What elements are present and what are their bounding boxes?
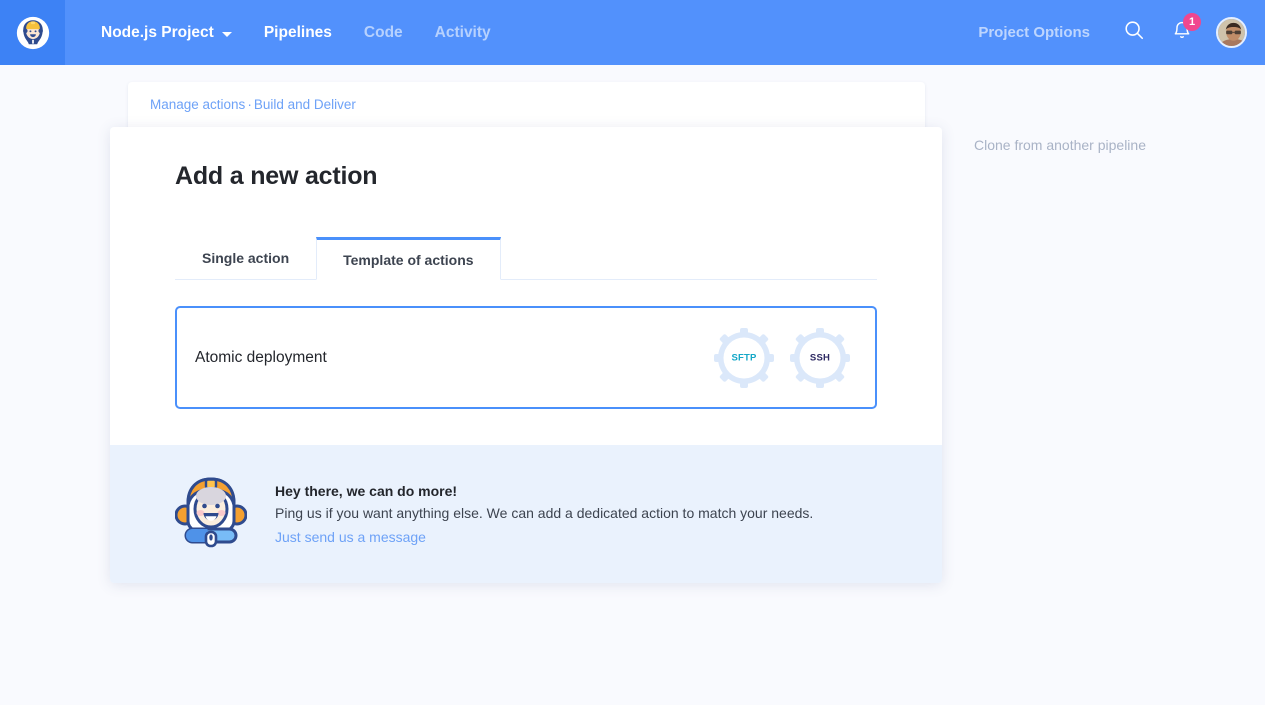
top-navigation-bar: Node.js Project Pipelines Code Activity … [0, 0, 1265, 65]
nav-item-activity[interactable]: Activity [419, 0, 507, 65]
secondary-nav: Project Options 1 [962, 0, 1265, 65]
nav-item-code[interactable]: Code [348, 0, 419, 65]
tab-bar: Single action Template of actions [175, 237, 877, 280]
avatar[interactable] [1216, 17, 1247, 48]
breadcrumb-build-and-deliver[interactable]: Build and Deliver [254, 97, 356, 112]
breadcrumb-separator: · [247, 97, 252, 112]
gear-ssh-icon: SSH [789, 327, 851, 389]
page-title: Add a new action [175, 162, 378, 190]
footer-description: Ping us if you want anything else. We ca… [275, 505, 814, 521]
nav-project-name[interactable]: Node.js Project [85, 0, 248, 65]
side-panel: Clone from another pipeline [952, 82, 1222, 153]
logo-button[interactable] [0, 0, 65, 65]
project-options-button[interactable]: Project Options [962, 24, 1106, 41]
breadcrumb: Manage actions · Build and Deliver [150, 97, 356, 112]
search-button[interactable] [1114, 13, 1154, 53]
notification-count-badge: 1 [1183, 12, 1201, 31]
modal-spacer [175, 409, 877, 445]
action-card-atomic-deployment[interactable]: Atomic deployment SFTP SSH [175, 306, 877, 409]
chevron-down-icon [221, 31, 232, 37]
gear-sftp-icon: SFTP [713, 327, 775, 389]
notifications-button[interactable]: 1 [1162, 12, 1202, 53]
nav-item-pipelines[interactable]: Pipelines [248, 0, 348, 65]
astronaut-logo-icon [16, 16, 50, 50]
astronaut-mascot-icon [174, 475, 248, 553]
primary-nav: Node.js Project Pipelines Code Activity [65, 0, 507, 65]
breadcrumb-manage-actions[interactable]: Manage actions [150, 97, 245, 112]
add-action-modal: Add a new action Single action Template … [110, 127, 942, 583]
tab-single-action[interactable]: Single action [175, 236, 316, 279]
gear-sftp-label: SFTP [731, 352, 757, 363]
modal-body: Add a new action Single action Template … [110, 127, 942, 445]
tab-template-of-actions[interactable]: Template of actions [316, 237, 501, 280]
action-card-icons: SFTP SSH [713, 327, 851, 389]
send-us-a-message-link[interactable]: Just send us a message [275, 529, 813, 545]
search-icon [1123, 19, 1145, 46]
footer-text-block: Hey there, we can do more! Ping us if yo… [275, 483, 813, 545]
footer-title: Hey there, we can do more! [275, 483, 458, 499]
modal-footer: Hey there, we can do more! Ping us if yo… [110, 445, 942, 583]
gear-ssh-label: SSH [809, 352, 831, 363]
action-card-title: Atomic deployment [195, 348, 327, 366]
project-name-label: Node.js Project [101, 24, 214, 41]
clone-from-another-pipeline-link[interactable]: Clone from another pipeline [952, 82, 1222, 153]
